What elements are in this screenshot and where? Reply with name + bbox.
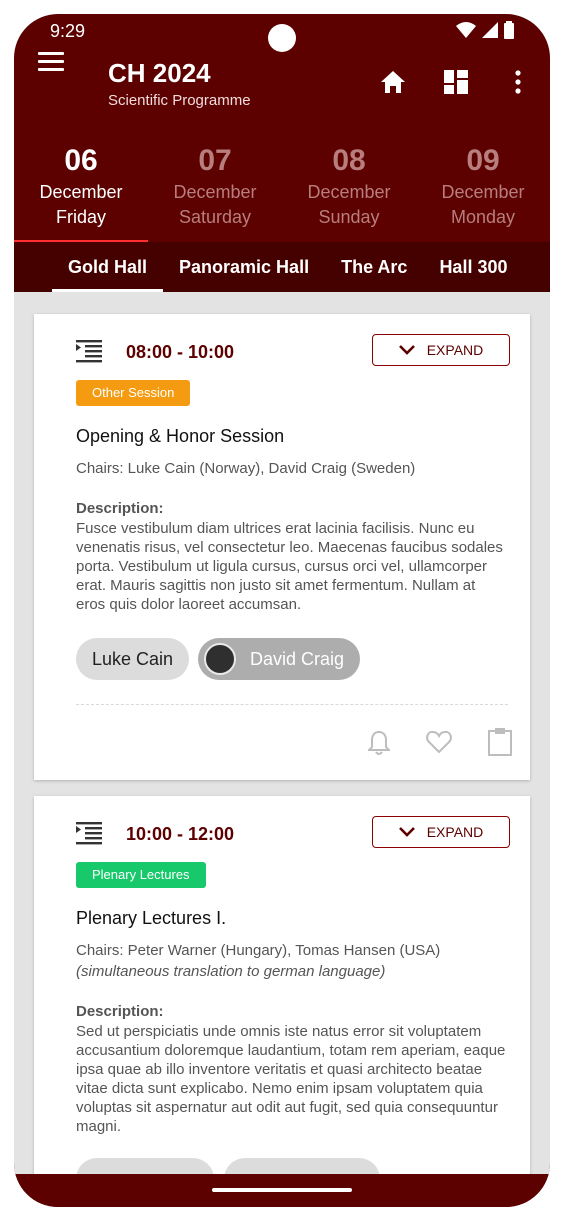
session-title: Plenary Lectures I. bbox=[76, 908, 227, 928]
screen: 9:29 CH 2024 Scientific Programme 06 Dec… bbox=[14, 14, 550, 1207]
speaker-chip[interactable] bbox=[224, 1158, 380, 1174]
expand-label: EXPAND bbox=[426, 342, 484, 358]
session-list[interactable]: 08:00 - 10:00 EXPAND Other Session Openi… bbox=[14, 292, 550, 1174]
speaker-chip[interactable]: Luke Cain bbox=[76, 638, 190, 680]
phone-frame: 9:29 CH 2024 Scientific Programme 06 Dec… bbox=[14, 14, 550, 1207]
day-tab-07[interactable]: 07 December Saturday bbox=[148, 128, 282, 242]
day-month: December bbox=[441, 182, 525, 202]
day-number: 08 bbox=[332, 144, 366, 177]
chevron-down-icon bbox=[398, 827, 415, 837]
session-time-row: 08:00 - 10:00 bbox=[76, 336, 234, 368]
bell-icon[interactable] bbox=[368, 729, 390, 755]
day-month: December bbox=[173, 182, 257, 202]
tab-gold-hall[interactable]: Gold Hall bbox=[52, 242, 164, 292]
chevron-down-icon bbox=[398, 345, 415, 355]
clipboard-icon[interactable] bbox=[488, 728, 512, 756]
battery-icon bbox=[504, 21, 514, 39]
menu-icon[interactable] bbox=[38, 52, 64, 72]
more-vert-icon[interactable] bbox=[514, 70, 522, 94]
avatar bbox=[204, 643, 236, 675]
day-month: December bbox=[39, 182, 123, 202]
day-weekday: Saturday bbox=[178, 207, 252, 227]
description-label: Description: bbox=[76, 500, 164, 517]
day-weekday: Sunday bbox=[318, 207, 380, 227]
day-tab-08[interactable]: 08 December Sunday bbox=[282, 128, 416, 242]
signal-icon bbox=[482, 22, 498, 38]
agenda-icon bbox=[76, 340, 102, 363]
session-time: 10:00 - 12:00 bbox=[126, 823, 235, 844]
tab-panoramic-hall[interactable]: Panoramic Hall bbox=[163, 242, 325, 292]
home-indicator[interactable] bbox=[212, 1188, 352, 1192]
session-time-row: 10:00 - 12:00 bbox=[76, 818, 234, 850]
day-number: 07 bbox=[198, 144, 232, 177]
day-number: 09 bbox=[466, 144, 500, 177]
status-bar: 9:29 bbox=[14, 14, 550, 52]
day-number: 06 bbox=[64, 144, 98, 177]
description-label: Description: bbox=[76, 1003, 164, 1020]
speaker-chip[interactable] bbox=[76, 1158, 214, 1174]
speaker-chip[interactable]: David Craig bbox=[198, 638, 361, 680]
session-chairs: Chairs: Luke Cain (Norway), David Craig … bbox=[76, 460, 416, 477]
session-description: Sed ut perspiciatis unde omnis iste natu… bbox=[76, 1023, 506, 1135]
tab-hall-300[interactable]: Hall 300 bbox=[423, 242, 523, 292]
card-actions bbox=[368, 728, 512, 756]
session-card: 10:00 - 12:00 EXPAND Plenary Lectures Pl… bbox=[34, 796, 530, 1174]
speaker-name: Luke Cain bbox=[92, 648, 174, 669]
speaker-name: David Craig bbox=[250, 648, 345, 669]
session-time: 08:00 - 10:00 bbox=[126, 341, 235, 362]
status-time: 9:29 bbox=[50, 21, 86, 41]
session-type-badge: Other Session bbox=[76, 380, 191, 406]
session-card: 08:00 - 10:00 EXPAND Other Session Openi… bbox=[34, 314, 530, 780]
session-description: Fusce vestibulum diam ultrices erat laci… bbox=[76, 520, 503, 613]
status-icons bbox=[456, 21, 514, 39]
expand-button[interactable]: EXPAND bbox=[372, 816, 510, 848]
session-type-badge: Plenary Lectures bbox=[76, 862, 206, 888]
app-bar: CH 2024 Scientific Programme bbox=[14, 48, 550, 128]
hall-tabs: Gold Hall Panoramic Hall The Arc Hall 30… bbox=[14, 242, 550, 292]
agenda-icon bbox=[76, 822, 102, 845]
day-month: December bbox=[307, 182, 391, 202]
divider bbox=[76, 704, 508, 705]
day-weekday: Friday bbox=[55, 207, 106, 227]
expand-button[interactable]: EXPAND bbox=[372, 334, 510, 366]
app-subtitle: Scientific Programme bbox=[108, 92, 251, 109]
day-weekday: Monday bbox=[450, 207, 516, 227]
heart-icon[interactable] bbox=[426, 730, 452, 754]
tab-the-arc[interactable]: The Arc bbox=[325, 242, 423, 292]
home-icon[interactable] bbox=[380, 70, 406, 94]
day-tabs: 06 December Friday 07 December Saturday … bbox=[14, 128, 550, 242]
wifi-icon bbox=[456, 22, 476, 38]
session-title: Opening & Honor Session bbox=[76, 426, 285, 446]
session-note: (simultaneous translation to german lang… bbox=[76, 963, 386, 980]
expand-label: EXPAND bbox=[426, 824, 484, 840]
system-nav-bar bbox=[14, 1174, 550, 1207]
day-tab-06[interactable]: 06 December Friday bbox=[14, 128, 148, 242]
dashboard-icon[interactable] bbox=[444, 70, 468, 94]
session-chairs: Chairs: Peter Warner (Hungary), Tomas Ha… bbox=[76, 942, 441, 959]
day-tab-09[interactable]: 09 December Monday bbox=[416, 128, 550, 242]
app-title: CH 2024 bbox=[108, 58, 211, 88]
